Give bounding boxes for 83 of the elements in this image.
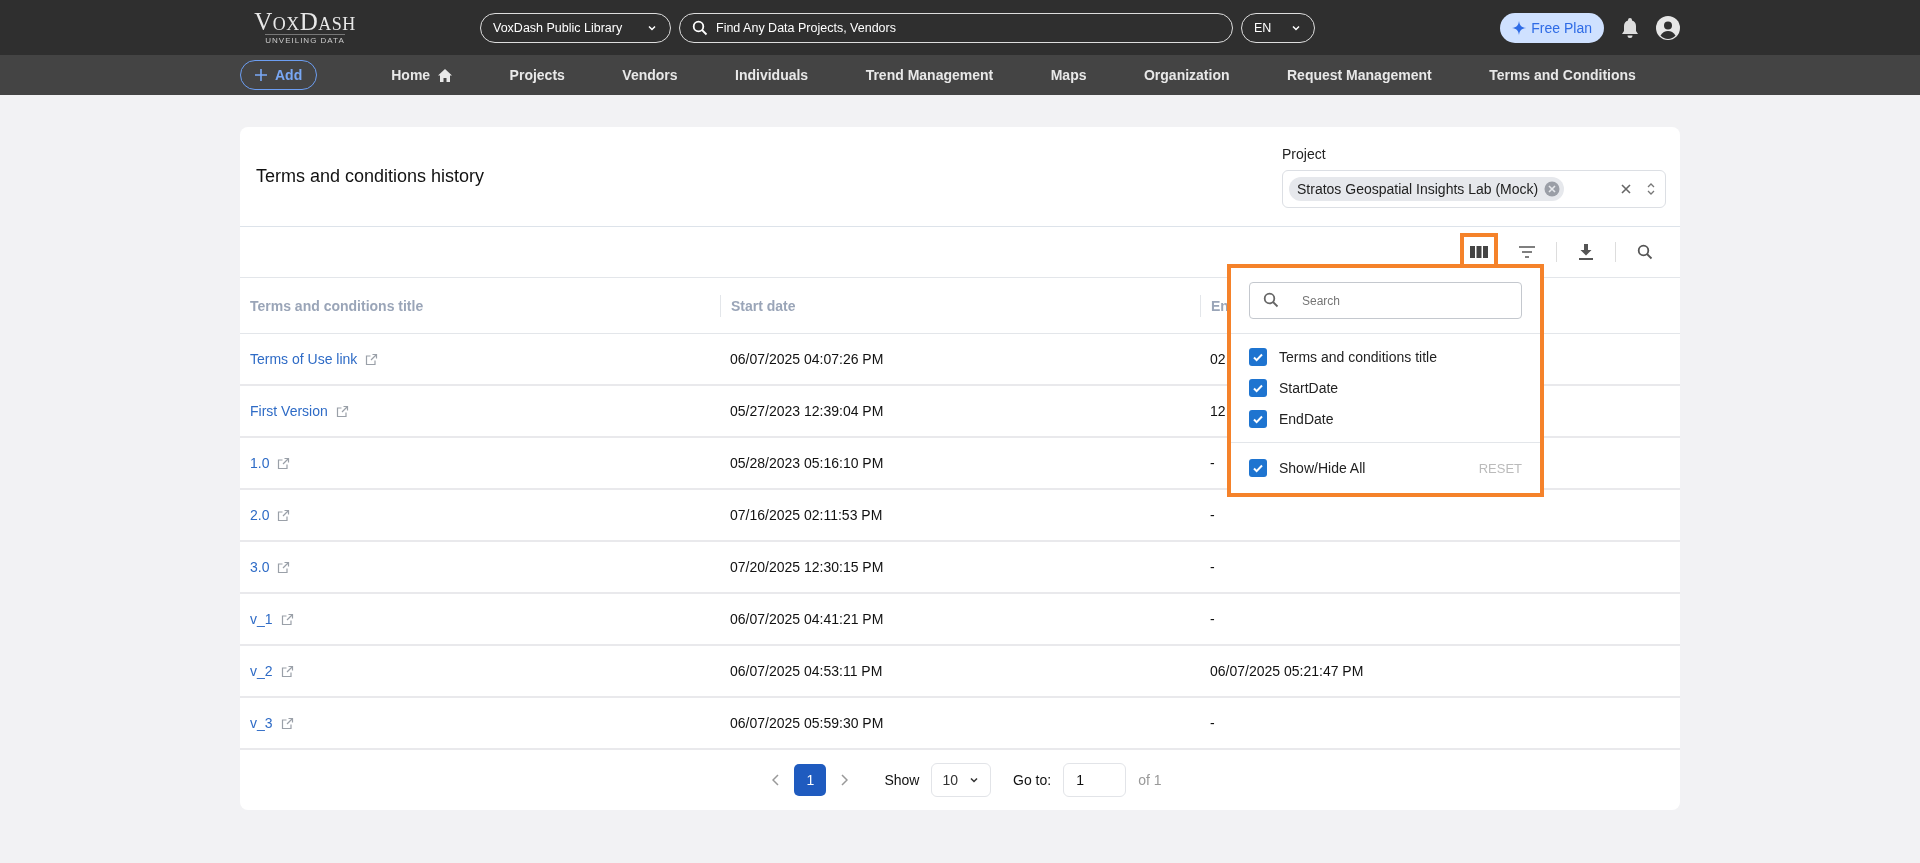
- external-link-icon[interactable]: [335, 404, 349, 418]
- search-icon: [692, 19, 708, 36]
- external-link-icon[interactable]: [365, 352, 379, 366]
- checkbox-label[interactable]: StartDate: [1279, 380, 1339, 396]
- external-link-icon[interactable]: [277, 456, 291, 470]
- checkbox[interactable]: [1249, 459, 1267, 477]
- external-link-icon[interactable]: [277, 508, 291, 522]
- columns-icon: [1470, 245, 1488, 259]
- nav-item[interactable]: Individuals: [735, 67, 809, 83]
- sparkle-icon: [1512, 20, 1527, 35]
- page-size-dropdown[interactable]: 10: [931, 763, 992, 797]
- table-cell-text: -: [1209, 507, 1215, 523]
- free-plan-button[interactable]: Free Plan: [1500, 12, 1604, 43]
- nav-item[interactable]: Vendors: [622, 67, 678, 83]
- page-button[interactable]: 1: [794, 764, 827, 796]
- title-link[interactable]: v_1: [250, 611, 273, 627]
- user-avatar-icon[interactable]: [1656, 15, 1680, 40]
- table-cell-text: -: [1209, 559, 1215, 575]
- clear-icon[interactable]: [1621, 183, 1631, 194]
- column-search-field[interactable]: Search: [1249, 282, 1522, 319]
- checkmark-icon: [1252, 413, 1264, 425]
- nav-item[interactable]: Request Management: [1287, 67, 1432, 83]
- search-icon: [1263, 292, 1279, 308]
- table-cell-text: 06/07/2025 04:41:21 PM: [729, 611, 884, 627]
- next-page-icon[interactable]: [840, 774, 849, 786]
- project-chip[interactable]: Stratos Geospatial Insights Lab (Mock): [1289, 176, 1565, 201]
- checkbox[interactable]: [1249, 379, 1267, 397]
- title-link[interactable]: First Version: [250, 403, 328, 419]
- table-cell-text: 06/07/2025 04:07:26 PM: [729, 351, 884, 367]
- title-link[interactable]: 1.0: [250, 455, 270, 471]
- filter-icon: [1518, 245, 1536, 259]
- home-icon: [438, 68, 453, 82]
- table-cell-text: 06/07/2025 05:21:47 PM: [1209, 663, 1364, 679]
- logo-text[interactable]: VoxDash: [254, 10, 356, 34]
- external-link-icon[interactable]: [277, 560, 291, 574]
- checkbox-label[interactable]: Terms and conditions title: [1279, 349, 1437, 365]
- checkmark-icon: [1252, 462, 1264, 474]
- logo-tagline: UNVEILING DATA: [265, 34, 345, 45]
- table-cell-text: 07/16/2025 02:11:53 PM: [729, 507, 883, 523]
- external-link-icon[interactable]: [280, 664, 294, 678]
- goto-page-field[interactable]: 1: [1063, 763, 1127, 797]
- title-link[interactable]: 2.0: [250, 507, 270, 523]
- show-label: Show: [884, 772, 920, 788]
- external-link-icon[interactable]: [280, 716, 294, 730]
- table-cell-text: 06/07/2025 04:53:11 PM: [729, 663, 883, 679]
- checkbox[interactable]: [1249, 348, 1267, 366]
- external-link-icon[interactable]: [280, 612, 294, 626]
- nav-item[interactable]: Organization: [1143, 67, 1230, 83]
- table-cell-text: 05/27/2023 12:39:04 PM: [729, 403, 884, 419]
- title-link[interactable]: v_3: [250, 715, 273, 731]
- nav-item[interactable]: Trend Management: [865, 67, 994, 83]
- search-icon: [1637, 244, 1653, 260]
- checkbox[interactable]: [1249, 410, 1267, 428]
- checkmark-icon: [1252, 382, 1264, 394]
- page-total: of 1: [1138, 772, 1162, 788]
- table-cell-text: 12: [1209, 403, 1226, 419]
- table-cell-text: 02: [1209, 351, 1226, 367]
- card-title: Terms and conditions history: [256, 166, 485, 187]
- project-select[interactable]: Stratos Geospatial Insights Lab (Mock): [1282, 169, 1666, 208]
- title-link[interactable]: v_2: [250, 663, 273, 679]
- previous-page-icon[interactable]: [772, 774, 781, 786]
- title-link[interactable]: 3.0: [250, 559, 270, 575]
- download-icon: [1579, 244, 1593, 260]
- sort-arrows-icon: [1647, 182, 1655, 195]
- table-cell-text: -: [1209, 611, 1215, 627]
- goto-label: Go to:: [1013, 772, 1052, 788]
- checkbox-label[interactable]: Show/Hide All: [1279, 460, 1366, 476]
- table-cell-text: 05/28/2023 05:16:10 PM: [729, 455, 884, 471]
- title-link[interactable]: Terms of Use link: [250, 351, 358, 367]
- checkbox-label[interactable]: EndDate: [1279, 411, 1334, 427]
- notification-bell-icon[interactable]: [1620, 16, 1640, 39]
- remove-chip-icon[interactable]: [1544, 180, 1561, 197]
- nav-item[interactable]: Home: [391, 67, 453, 83]
- table-cell-text: -: [1209, 455, 1215, 471]
- checkmark-icon: [1252, 351, 1264, 363]
- field-label: Project: [1282, 145, 1327, 162]
- nav-item[interactable]: Maps: [1050, 67, 1087, 83]
- plus-icon: [255, 69, 267, 81]
- nav-item[interactable]: Projects: [509, 67, 565, 83]
- nav-item[interactable]: Terms and Conditions: [1489, 67, 1636, 83]
- table-cell-text: 07/20/2025 12:30:15 PM: [729, 559, 884, 575]
- table-cell-text: -: [1209, 715, 1215, 731]
- table-cell-text: 06/07/2025 05:59:30 PM: [729, 715, 884, 731]
